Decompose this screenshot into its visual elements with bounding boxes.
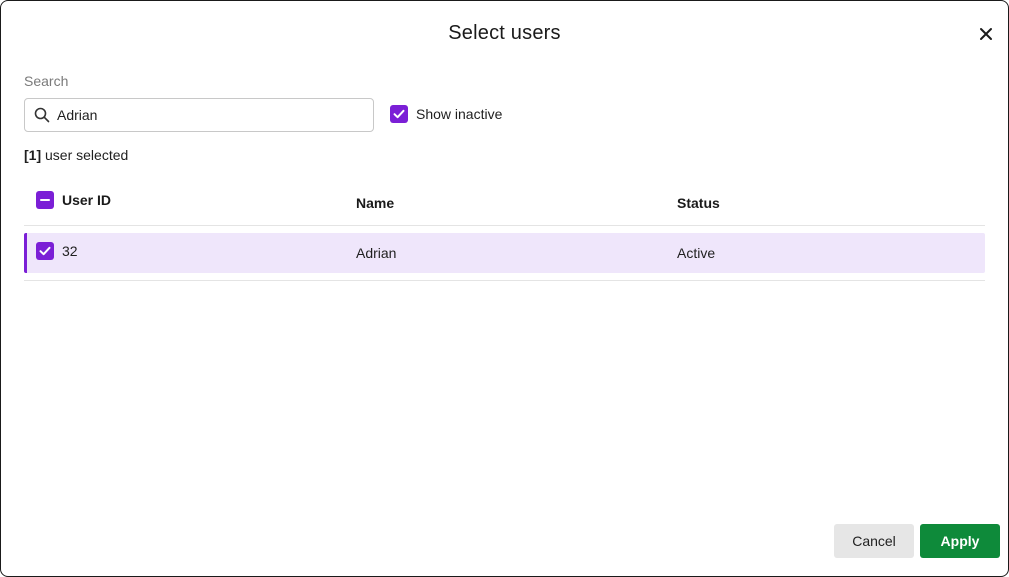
- search-label: Search: [24, 73, 69, 89]
- dialog-title: Select users: [448, 22, 561, 44]
- selected-count: [1]: [24, 147, 42, 163]
- row-checkbox[interactable]: [36, 242, 54, 260]
- select-users-dialog: Select users Search Show inactive [1] us…: [0, 0, 1009, 577]
- search-input[interactable]: [57, 99, 357, 131]
- show-inactive-label: Show inactive: [416, 106, 503, 122]
- header-divider: [24, 225, 985, 226]
- row-divider: [24, 280, 985, 281]
- selection-summary: [1] user selected: [24, 147, 128, 163]
- table-row[interactable]: 32 Adrian Active: [24, 233, 985, 273]
- cancel-button[interactable]: Cancel: [834, 524, 914, 558]
- column-header-status[interactable]: Status: [677, 195, 720, 211]
- selected-text: user selected: [41, 147, 129, 163]
- search-box[interactable]: [24, 98, 374, 132]
- cell-status: Active: [677, 245, 716, 261]
- column-header-name[interactable]: Name: [356, 195, 394, 211]
- show-inactive-checkbox[interactable]: [390, 105, 408, 123]
- select-all-checkbox[interactable]: [36, 191, 54, 209]
- cell-name: Adrian: [356, 245, 397, 261]
- close-icon[interactable]: [976, 24, 996, 44]
- search-icon: [34, 107, 50, 123]
- apply-button[interactable]: Apply: [920, 524, 1000, 558]
- cell-user-id: 32: [62, 243, 78, 259]
- column-header-user-id[interactable]: User ID: [62, 192, 111, 208]
